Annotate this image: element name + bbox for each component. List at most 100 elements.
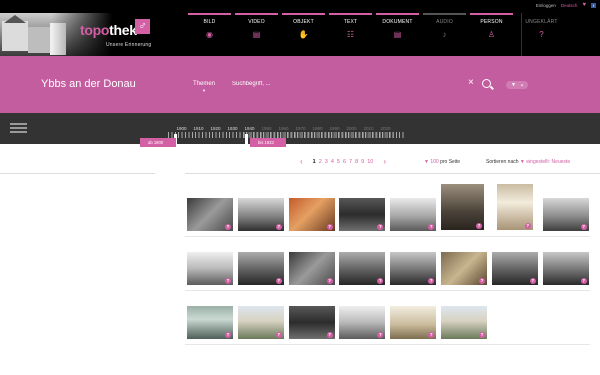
thumbnail[interactable]: ? bbox=[338, 251, 387, 286]
unknown-info-icon[interactable]: ? bbox=[225, 278, 231, 284]
chevron-down-icon: ▼ bbox=[202, 88, 206, 93]
language-link[interactable]: Deutsch bbox=[561, 3, 578, 8]
thumbnail[interactable]: ? bbox=[236, 251, 285, 286]
unknown-info-icon[interactable]: ? bbox=[428, 278, 435, 284]
timeline-year[interactable]: 1980 bbox=[309, 126, 326, 131]
thumbnail[interactable]: ? bbox=[338, 305, 387, 340]
thumbnail[interactable]: ? bbox=[440, 183, 485, 231]
timeline-year[interactable]: 1930 bbox=[224, 126, 241, 131]
facebook-icon[interactable]: f bbox=[591, 2, 596, 8]
timeline-year[interactable]: 2000 bbox=[343, 126, 360, 131]
unknown-info-icon[interactable]: ? bbox=[479, 278, 485, 284]
login-link[interactable]: Einloggen bbox=[536, 3, 556, 8]
unknown-info-icon[interactable]: ? bbox=[326, 278, 333, 284]
timeline-year[interactable]: 1990 bbox=[326, 126, 343, 131]
timeline-to-handle[interactable] bbox=[245, 134, 248, 146]
timeline-year[interactable]: 1960 bbox=[275, 126, 292, 131]
unknown-info-icon[interactable]: ? bbox=[377, 224, 384, 230]
prev-page-icon[interactable]: ‹ bbox=[300, 158, 303, 166]
unknown-info-icon[interactable]: ? bbox=[275, 278, 282, 284]
person-icon: ♙ bbox=[487, 30, 496, 39]
unknown-info-icon[interactable]: ? bbox=[428, 332, 435, 338]
page-link[interactable]: 1 bbox=[313, 159, 316, 165]
thumbnail[interactable]: ? bbox=[440, 251, 488, 286]
unknown-info-icon[interactable]: ? bbox=[275, 332, 282, 338]
unknown-info-icon[interactable]: ? bbox=[326, 224, 333, 230]
unknown-info-icon[interactable]: ? bbox=[580, 224, 587, 230]
next-page-icon[interactable]: › bbox=[383, 158, 386, 166]
unknown-info-icon[interactable]: ? bbox=[225, 224, 231, 230]
thumbnail[interactable]: ? bbox=[389, 251, 438, 286]
thumbnail[interactable]: ? bbox=[389, 197, 438, 232]
category-nav: BILD ◉ VIDEO ▤ OBJEKT ✋ TEXT ☷ DOKUMENT ▤ AUDIO ♪ PE… bbox=[186, 13, 561, 56]
page-link[interactable]: 7 bbox=[349, 159, 352, 165]
timeline-year[interactable]: 1950 bbox=[258, 126, 275, 131]
unknown-info-icon[interactable]: ? bbox=[476, 223, 482, 229]
timeline-year[interactable]: 1940 bbox=[241, 126, 258, 131]
page-link[interactable]: 9 bbox=[361, 159, 364, 165]
timeline-year[interactable]: 1920 bbox=[207, 126, 224, 131]
thumbnail[interactable]: ? bbox=[236, 305, 285, 340]
thumbnail[interactable]: ? bbox=[287, 251, 336, 286]
search-icon[interactable] bbox=[482, 79, 491, 88]
thumbnail[interactable]: ? bbox=[186, 197, 234, 232]
page-link[interactable]: 6 bbox=[343, 159, 346, 165]
unknown-info-icon[interactable]: ? bbox=[377, 278, 384, 284]
page-link[interactable]: 5 bbox=[337, 159, 340, 165]
favorites-icon[interactable]: ♥ bbox=[582, 2, 586, 8]
thumbnail[interactable]: ? bbox=[236, 197, 285, 232]
thumbnail[interactable]: ? bbox=[186, 251, 234, 286]
topothek-logo[interactable]: topothek bbox=[80, 22, 137, 38]
category-tab-ungeklärt[interactable]: UNGEKLÄRT? bbox=[521, 13, 561, 56]
unknown-info-icon[interactable]: ? bbox=[275, 224, 282, 230]
thumbnail[interactable]: ? bbox=[495, 183, 534, 231]
category-tab-audio[interactable]: AUDIO ♪ bbox=[421, 13, 468, 56]
sort-chevron-icon: ▼ bbox=[519, 159, 525, 165]
page-link[interactable]: 10 bbox=[367, 159, 373, 165]
category-tab-objekt[interactable]: OBJEKT ✋ bbox=[280, 13, 327, 56]
page-link[interactable]: 4 bbox=[331, 159, 334, 165]
category-tab-dokument[interactable]: DOKUMENT ▤ bbox=[374, 13, 421, 56]
unknown-info-icon[interactable]: ? bbox=[377, 332, 384, 338]
thumbnail[interactable]: ? bbox=[440, 305, 488, 340]
timeline-to-label[interactable]: bis 1933 bbox=[250, 138, 286, 147]
unknown-info-icon[interactable]: ? bbox=[580, 278, 587, 284]
thumbnail[interactable]: ? bbox=[287, 305, 336, 340]
timeline-from-label[interactable]: ab 1900 bbox=[140, 138, 176, 147]
filter-toggle[interactable]: ▼ ▲ bbox=[506, 81, 528, 89]
unknown-info-icon[interactable]: ? bbox=[225, 332, 231, 338]
page-link[interactable]: 2 bbox=[319, 159, 322, 165]
page-link[interactable]: 3 bbox=[325, 159, 328, 165]
thumbnail[interactable]: ? bbox=[490, 251, 539, 286]
menu-icon[interactable] bbox=[10, 123, 27, 133]
category-tab-text[interactable]: TEXT ☷ bbox=[327, 13, 374, 56]
unknown-info-icon[interactable]: ? bbox=[524, 223, 531, 229]
thumbnail[interactable]: ? bbox=[287, 197, 336, 232]
unknown-info-icon[interactable]: ? bbox=[428, 224, 435, 230]
sort-selector[interactable]: Sortieren nach ▼ eingestellt: Neueste bbox=[486, 159, 570, 165]
page-link[interactable]: 8 bbox=[355, 159, 358, 165]
thumbnail[interactable]: ? bbox=[389, 305, 438, 340]
unknown-info-icon[interactable]: ? bbox=[479, 332, 485, 338]
place-title[interactable]: Ybbs an der Donau bbox=[41, 78, 136, 90]
clear-icon[interactable]: × bbox=[468, 78, 474, 88]
logo-text-thek: thek bbox=[109, 22, 137, 38]
category-tab-bild[interactable]: BILD ◉ bbox=[186, 13, 233, 56]
per-page-selector[interactable]: ▼ 100 pro Seite bbox=[424, 159, 460, 165]
search-input[interactable] bbox=[232, 81, 452, 87]
category-tab-video[interactable]: VIDEO ▤ bbox=[233, 13, 280, 56]
thumbnail[interactable]: ? bbox=[541, 251, 590, 286]
timeline-year[interactable]: 1970 bbox=[292, 126, 309, 131]
timeline-year[interactable]: 1910 bbox=[190, 126, 207, 131]
timeline-year[interactable]: 2010 bbox=[360, 126, 377, 131]
thumbnail[interactable]: ? bbox=[186, 305, 234, 340]
thumbnail[interactable]: ? bbox=[338, 197, 387, 232]
category-tab-person[interactable]: PERSON ♙ bbox=[468, 13, 515, 56]
timeline-years: 1900 1910 1920 1930 1940 1950 1960 1970 1980 1990… bbox=[173, 126, 394, 131]
timeline-year[interactable]: 1900 bbox=[173, 126, 190, 131]
thumbnail[interactable]: ? bbox=[541, 197, 590, 232]
timeline-year[interactable]: 2020 bbox=[377, 126, 394, 131]
themes-dropdown[interactable]: Themen ▼ bbox=[193, 81, 215, 93]
unknown-info-icon[interactable]: ? bbox=[326, 332, 333, 338]
unknown-info-icon[interactable]: ? bbox=[529, 278, 536, 284]
